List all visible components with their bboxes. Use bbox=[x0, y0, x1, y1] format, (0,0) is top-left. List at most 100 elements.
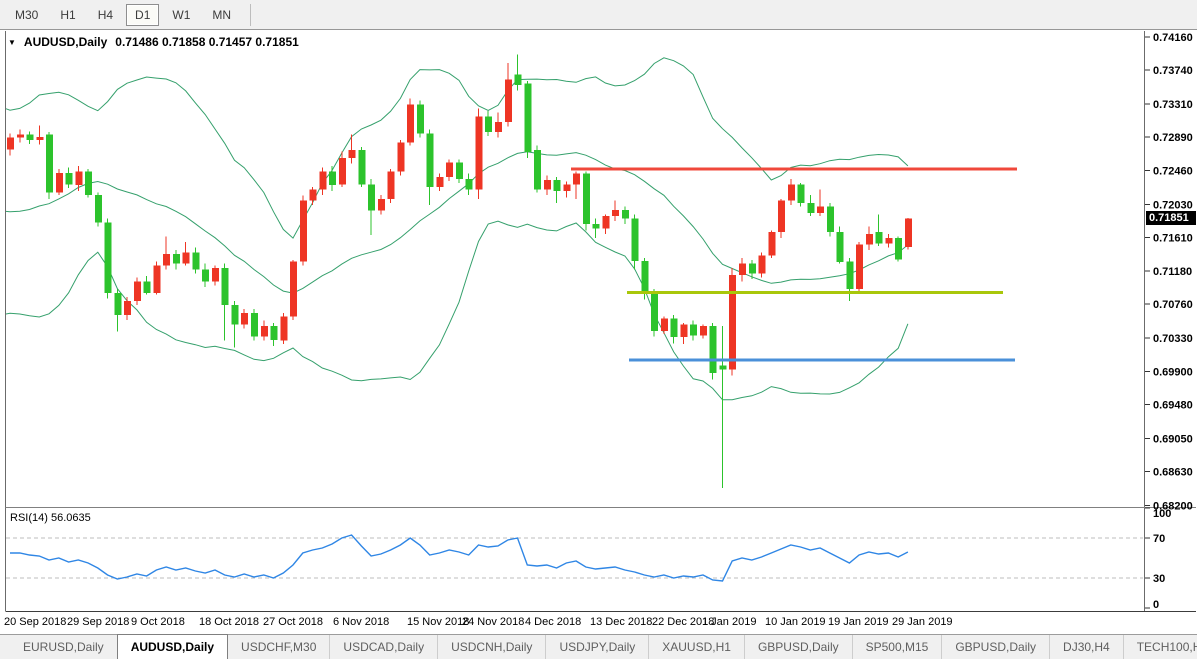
candle bbox=[612, 200, 619, 221]
candle bbox=[17, 130, 24, 143]
candle-body bbox=[593, 224, 600, 229]
price-tick-label: 0.73740 bbox=[1153, 65, 1193, 77]
candle-body bbox=[749, 263, 756, 273]
candle-body bbox=[388, 171, 395, 199]
candle bbox=[66, 167, 73, 188]
candle bbox=[280, 313, 287, 344]
candle-body bbox=[456, 163, 463, 180]
candle bbox=[739, 258, 746, 282]
candle bbox=[0, 124, 4, 148]
date-label: 6 Nov 2018 bbox=[333, 616, 389, 628]
candle bbox=[563, 182, 570, 198]
candle-body bbox=[876, 232, 883, 244]
date-label: 24 Nov 2018 bbox=[462, 616, 524, 628]
candle-body bbox=[485, 116, 492, 132]
price-tick-label: 0.69900 bbox=[1153, 367, 1193, 379]
timeframe-button-d1[interactable]: D1 bbox=[126, 4, 159, 26]
candle bbox=[436, 174, 443, 191]
tab-eurusd-daily[interactable]: EURUSD,Daily bbox=[10, 635, 118, 659]
candle bbox=[837, 226, 844, 263]
candle bbox=[46, 132, 53, 199]
candle bbox=[876, 215, 883, 246]
candle-body bbox=[7, 138, 14, 150]
candle bbox=[212, 266, 219, 286]
candle-body bbox=[680, 325, 687, 338]
tab-gbpusd-daily[interactable]: GBPUSD,Daily bbox=[745, 635, 853, 659]
rsi-tick-label: 100 bbox=[1153, 508, 1171, 520]
chart-ohlc-values: 0.71486 0.71858 0.71457 0.71851 bbox=[115, 35, 299, 49]
tab-dj30-h4[interactable]: DJ30,H4 bbox=[1050, 635, 1124, 659]
candle-body bbox=[153, 266, 160, 294]
candle bbox=[407, 98, 414, 145]
candle-body bbox=[798, 185, 805, 203]
tab-audusd-daily[interactable]: AUDUSD,Daily bbox=[117, 634, 228, 659]
price-tick-label: 0.74160 bbox=[1153, 32, 1193, 44]
candle bbox=[466, 174, 473, 195]
candle-body bbox=[885, 238, 892, 244]
candle-body bbox=[729, 275, 736, 369]
candle bbox=[573, 171, 580, 199]
tab-usdcnh-daily[interactable]: USDCNH,Daily bbox=[438, 635, 546, 659]
candle-body bbox=[163, 254, 170, 266]
tab-usdcad-daily[interactable]: USDCAD,Daily bbox=[330, 635, 438, 659]
timeframe-button-mn[interactable]: MN bbox=[203, 4, 240, 26]
chart-tabs: EURUSD,DailyAUDUSD,DailyUSDCHF,M30USDCAD… bbox=[0, 634, 1197, 659]
tab-usdchf-m30[interactable]: USDCHF,M30 bbox=[228, 635, 330, 659]
timeframe-button-m30[interactable]: M30 bbox=[6, 4, 47, 26]
candle-body bbox=[759, 255, 766, 273]
candle bbox=[378, 195, 385, 215]
current-price-tag: 0.71851 bbox=[1146, 211, 1196, 225]
candle-body bbox=[641, 261, 648, 293]
bollinger-middle-band bbox=[0, 152, 908, 293]
candle-body bbox=[114, 293, 121, 315]
rsi-tick-label: 70 bbox=[1153, 533, 1165, 545]
tab-tech100-h1[interactable]: TECH100,H1 bbox=[1124, 635, 1197, 659]
candle-body bbox=[827, 207, 834, 232]
candle-body bbox=[358, 150, 365, 185]
candle bbox=[75, 166, 82, 191]
rsi-pane bbox=[6, 535, 1143, 581]
date-label: 29 Sep 2018 bbox=[67, 616, 129, 628]
rsi-tick-label: 0 bbox=[1153, 599, 1159, 611]
chart-canvas[interactable]: 0.741600.737400.733100.728900.724600.720… bbox=[0, 30, 1197, 634]
rsi-tick-label: 30 bbox=[1153, 573, 1165, 585]
candle-body bbox=[524, 83, 531, 151]
candle bbox=[388, 169, 395, 203]
rsi-indicator-label: RSI(14) 56.0635 bbox=[10, 512, 91, 524]
timeframe-button-h4[interactable]: H4 bbox=[89, 4, 122, 26]
candle-body bbox=[768, 232, 775, 256]
candle bbox=[895, 237, 902, 262]
tab-usdjpy-daily[interactable]: USDJPY,Daily bbox=[546, 635, 649, 659]
candle bbox=[651, 289, 658, 336]
candle-body bbox=[563, 185, 570, 191]
candle bbox=[788, 179, 795, 205]
candle bbox=[358, 147, 365, 187]
candle bbox=[95, 193, 102, 227]
candle bbox=[583, 171, 590, 230]
date-label: 19 Jan 2019 bbox=[828, 616, 889, 628]
price-tick-label: 0.68630 bbox=[1153, 467, 1193, 479]
candle-body bbox=[280, 317, 287, 341]
candle bbox=[192, 248, 199, 274]
candle-body bbox=[895, 238, 902, 259]
candle-body bbox=[271, 326, 278, 340]
tab-xauusd-h1[interactable]: XAUUSD,H1 bbox=[649, 635, 745, 659]
candle-body bbox=[554, 180, 561, 191]
candle bbox=[163, 237, 170, 270]
candle-body bbox=[300, 200, 307, 261]
tab-gbpusd-daily[interactable]: GBPUSD,Daily bbox=[942, 635, 1050, 659]
candle bbox=[173, 250, 180, 270]
candle-body bbox=[27, 134, 34, 140]
candle-body bbox=[46, 134, 53, 192]
timeframe-button-w1[interactable]: W1 bbox=[163, 4, 199, 26]
candle bbox=[56, 169, 63, 195]
tab-sp500-m15[interactable]: SP500,M15 bbox=[853, 635, 943, 659]
timeframe-button-h1[interactable]: H1 bbox=[51, 4, 84, 26]
candle-body bbox=[476, 116, 483, 189]
main-pane bbox=[0, 54, 1017, 488]
candle bbox=[251, 309, 258, 340]
candle-body bbox=[251, 313, 258, 337]
chart-window: 0.741600.737400.733100.728900.724600.720… bbox=[0, 30, 1197, 634]
candle bbox=[710, 323, 717, 380]
candle-body bbox=[310, 189, 317, 200]
